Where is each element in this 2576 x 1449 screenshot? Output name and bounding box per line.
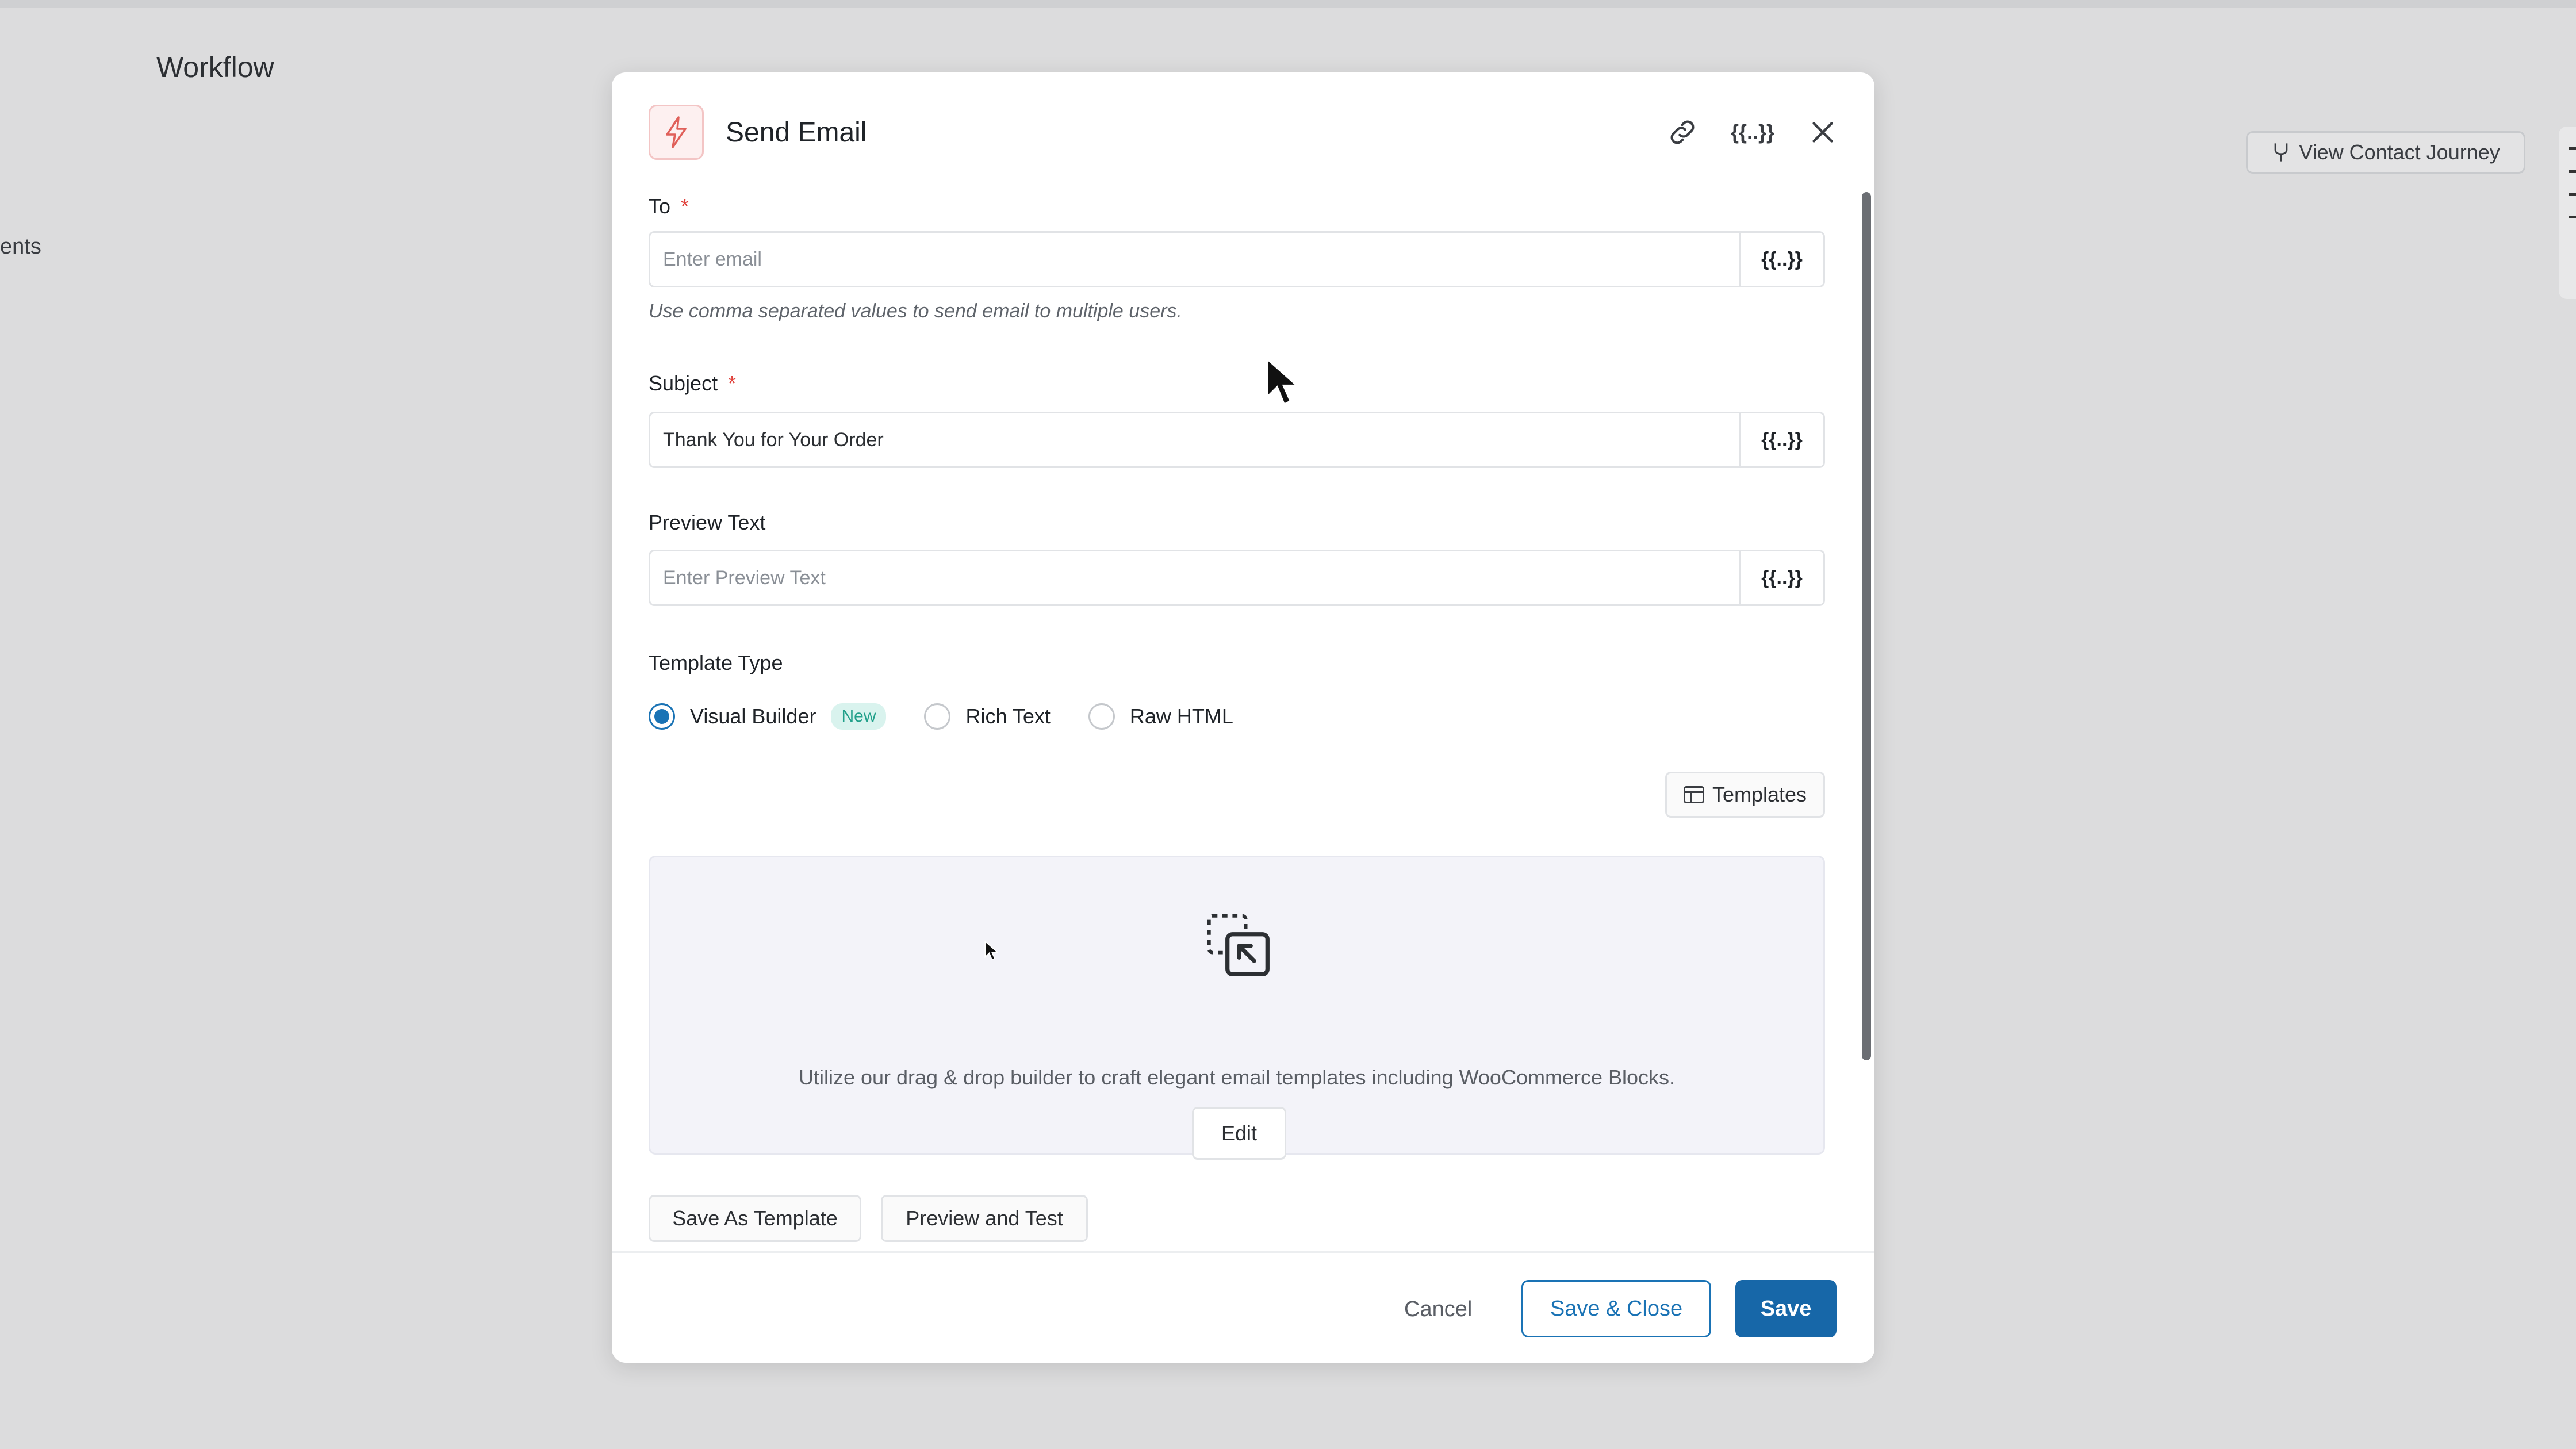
side-toolbar[interactable] — [2559, 126, 2576, 299]
to-helper-text: Use comma separated values to send email… — [649, 300, 1182, 322]
view-contact-journey-label: View Contact Journey — [2299, 140, 2500, 164]
save-button[interactable]: Save — [1735, 1280, 1837, 1337]
edit-button[interactable]: Edit — [1192, 1107, 1286, 1160]
page-title: Workflow — [156, 51, 274, 83]
to-field[interactable]: Enter email {{..}} — [649, 231, 1825, 288]
mouse-cursor-icon — [1265, 355, 1301, 415]
to-input[interactable]: Enter email — [650, 248, 1739, 271]
radio-visual-builder[interactable] — [649, 703, 675, 730]
sidebar-text: ents — [0, 235, 41, 259]
save-as-template-button[interactable]: Save As Template — [649, 1195, 861, 1242]
preview-text-merge-tag-button[interactable]: {{..}} — [1739, 551, 1823, 604]
cancel-button[interactable]: Cancel — [1404, 1297, 1472, 1322]
template-type-options: Visual Builder New Rich Text Raw HTML — [649, 699, 1233, 734]
to-merge-tag-button[interactable]: {{..}} — [1739, 233, 1823, 286]
template-type-label: Template Type — [649, 651, 783, 674]
view-contact-journey-button[interactable]: View Contact Journey — [2246, 131, 2525, 174]
preview-text-input[interactable]: Enter Preview Text — [650, 567, 1739, 589]
modal-header: Send Email {{..}} — [649, 103, 1840, 161]
option-visual-builder[interactable]: Visual Builder New — [649, 703, 887, 730]
new-badge: New — [831, 703, 887, 730]
preview-text-field[interactable]: Enter Preview Text {{..}} — [649, 550, 1825, 606]
radio-rich-text[interactable] — [924, 703, 951, 730]
radio-raw-html[interactable] — [1088, 703, 1115, 730]
preview-and-test-button[interactable]: Preview and Test — [881, 1195, 1088, 1242]
scrollbar[interactable] — [1862, 192, 1871, 1060]
option-raw-html[interactable]: Raw HTML — [1088, 703, 1233, 730]
to-label: To * — [649, 194, 689, 218]
link-icon[interactable] — [1665, 115, 1700, 150]
top-bar — [0, 0, 2576, 8]
footer-divider — [612, 1251, 1874, 1253]
subject-field[interactable]: Thank You for Your Order {{..}} — [649, 412, 1825, 468]
drag-drop-icon — [1206, 913, 1272, 982]
send-email-modal: Send Email {{..}} To * Enter email {{..}}… — [612, 72, 1874, 1363]
close-icon[interactable] — [1805, 115, 1840, 150]
small-cursor-icon — [984, 940, 999, 965]
templates-button[interactable]: Templates — [1665, 772, 1825, 818]
subject-input[interactable]: Thank You for Your Order — [650, 429, 1739, 451]
subject-merge-tag-button[interactable]: {{..}} — [1739, 413, 1823, 466]
builder-description: Utilize our drag & drop builder to craft… — [798, 1065, 1676, 1089]
option-rich-text[interactable]: Rich Text — [924, 703, 1051, 730]
merge-tag-icon[interactable]: {{..}} — [1731, 115, 1774, 150]
modal-title: Send Email — [726, 117, 867, 148]
save-and-close-button[interactable]: Save & Close — [1521, 1280, 1711, 1337]
visual-builder-area: Utilize our drag & drop builder to craft… — [649, 856, 1825, 1160]
bolt-icon — [649, 105, 704, 160]
subject-label: Subject * — [649, 371, 737, 395]
template-icon — [1683, 786, 1704, 803]
branch-icon — [2274, 143, 2288, 162]
preview-text-label: Preview Text — [649, 511, 766, 534]
